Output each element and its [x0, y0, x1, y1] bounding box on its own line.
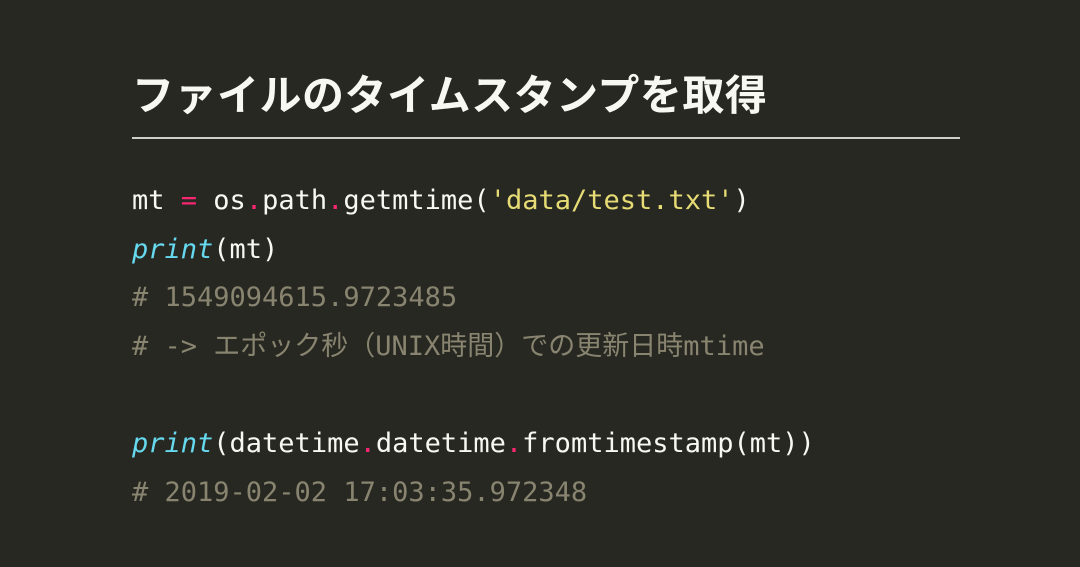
code-line-2: print(mt) [132, 234, 278, 265]
token-dot: . [327, 185, 343, 216]
token-builtin: print [132, 234, 213, 265]
token-operator: = [181, 185, 197, 216]
code-line-4: # -> エポック秒（UNIX時間）での更新日時mtime [132, 331, 765, 362]
token-var: mt [132, 185, 181, 216]
token-string: 'data/test.txt' [490, 185, 734, 216]
code-line-7: # 2019-02-02 17:03:35.972348 [132, 477, 587, 508]
code-line-3: # 1549094615.9723485 [132, 282, 457, 313]
token-args: (mt) [213, 234, 278, 265]
token-name: (datetime [213, 428, 359, 459]
token-call: getmtime( [343, 185, 489, 216]
token-name: datetime [376, 428, 506, 459]
code-line-6: print(datetime.datetime.fromtimestamp(mt… [132, 428, 815, 459]
page-title: ファイルのタイムスタンプを取得 [132, 62, 960, 139]
code-block: mt = os.path.getmtime('data/test.txt') p… [132, 177, 960, 517]
token-paren: ) [734, 185, 750, 216]
code-line-1: mt = os.path.getmtime('data/test.txt') [132, 185, 750, 216]
token-name: path [262, 185, 327, 216]
token-builtin: print [132, 428, 213, 459]
token-call: fromtimestamp(mt)) [522, 428, 815, 459]
token-dot: . [246, 185, 262, 216]
token-dot: . [360, 428, 376, 459]
token-name: os [197, 185, 246, 216]
slide: ファイルのタイムスタンプを取得 mt = os.path.getmtime('d… [0, 0, 1080, 517]
token-dot: . [506, 428, 522, 459]
